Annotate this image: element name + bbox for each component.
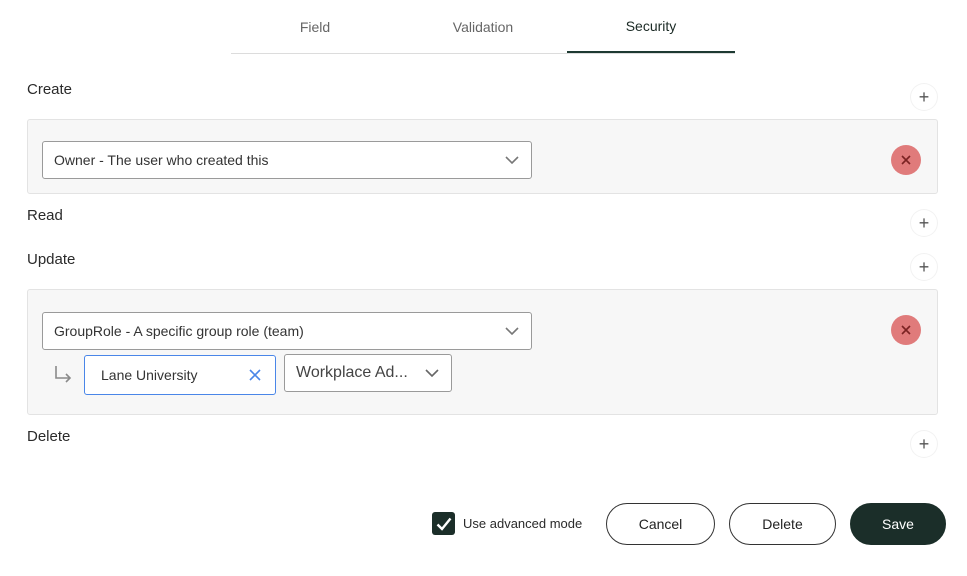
clear-icon[interactable] bbox=[249, 369, 261, 381]
section-title-create: Create bbox=[27, 81, 73, 98]
advanced-mode-toggle[interactable]: Use advanced mode bbox=[432, 512, 582, 535]
group-input-value: Lane University bbox=[101, 367, 198, 383]
add-read-rule-button[interactable]: + bbox=[911, 210, 937, 236]
plus-icon: + bbox=[918, 256, 930, 277]
update-rule-select[interactable]: GroupRole - A specific group role (team) bbox=[42, 312, 532, 350]
checkmark-icon bbox=[436, 517, 451, 531]
create-rule-panel: Owner - The user who created this bbox=[27, 119, 938, 194]
plus-icon: + bbox=[918, 212, 930, 233]
delete-button[interactable]: Delete bbox=[729, 503, 836, 545]
remove-update-rule-button[interactable] bbox=[891, 315, 921, 345]
update-rule-panel: GroupRole - A specific group role (team)… bbox=[27, 289, 938, 415]
advanced-mode-checkbox[interactable] bbox=[432, 512, 455, 535]
role-select[interactable]: Workplace Ad... bbox=[284, 354, 452, 392]
chevron-down-icon bbox=[425, 369, 439, 377]
advanced-mode-label: Use advanced mode bbox=[463, 516, 583, 531]
add-update-rule-button[interactable]: + bbox=[911, 254, 937, 280]
role-select-value: Workplace Ad... bbox=[296, 364, 408, 381]
plus-icon: + bbox=[918, 86, 930, 107]
chevron-down-icon bbox=[505, 156, 519, 164]
create-rule-select-value: Owner - The user who created this bbox=[54, 152, 269, 168]
section-title-read: Read bbox=[27, 207, 63, 224]
create-rule-select[interactable]: Owner - The user who created this bbox=[42, 141, 532, 179]
remove-create-rule-button[interactable] bbox=[891, 145, 921, 175]
sub-arrow-icon bbox=[55, 366, 72, 383]
tab-field[interactable]: Field bbox=[231, 0, 399, 53]
group-input[interactable]: Lane University bbox=[84, 355, 276, 395]
section-title-delete: Delete bbox=[27, 428, 71, 445]
plus-icon: + bbox=[918, 433, 930, 454]
save-button[interactable]: Save bbox=[850, 503, 946, 545]
add-delete-rule-button[interactable]: + bbox=[911, 431, 937, 457]
update-rule-select-value: GroupRole - A specific group role (team) bbox=[54, 323, 304, 339]
tab-security[interactable]: Security bbox=[567, 0, 735, 53]
tab-validation[interactable]: Validation bbox=[399, 0, 567, 53]
cancel-button[interactable]: Cancel bbox=[606, 503, 715, 545]
tab-bar: Field Validation Security bbox=[231, 0, 735, 54]
section-title-update: Update bbox=[27, 251, 76, 268]
chevron-down-icon bbox=[505, 327, 519, 335]
close-icon bbox=[901, 155, 911, 165]
close-icon bbox=[901, 325, 911, 335]
add-create-rule-button[interactable]: + bbox=[911, 84, 937, 110]
